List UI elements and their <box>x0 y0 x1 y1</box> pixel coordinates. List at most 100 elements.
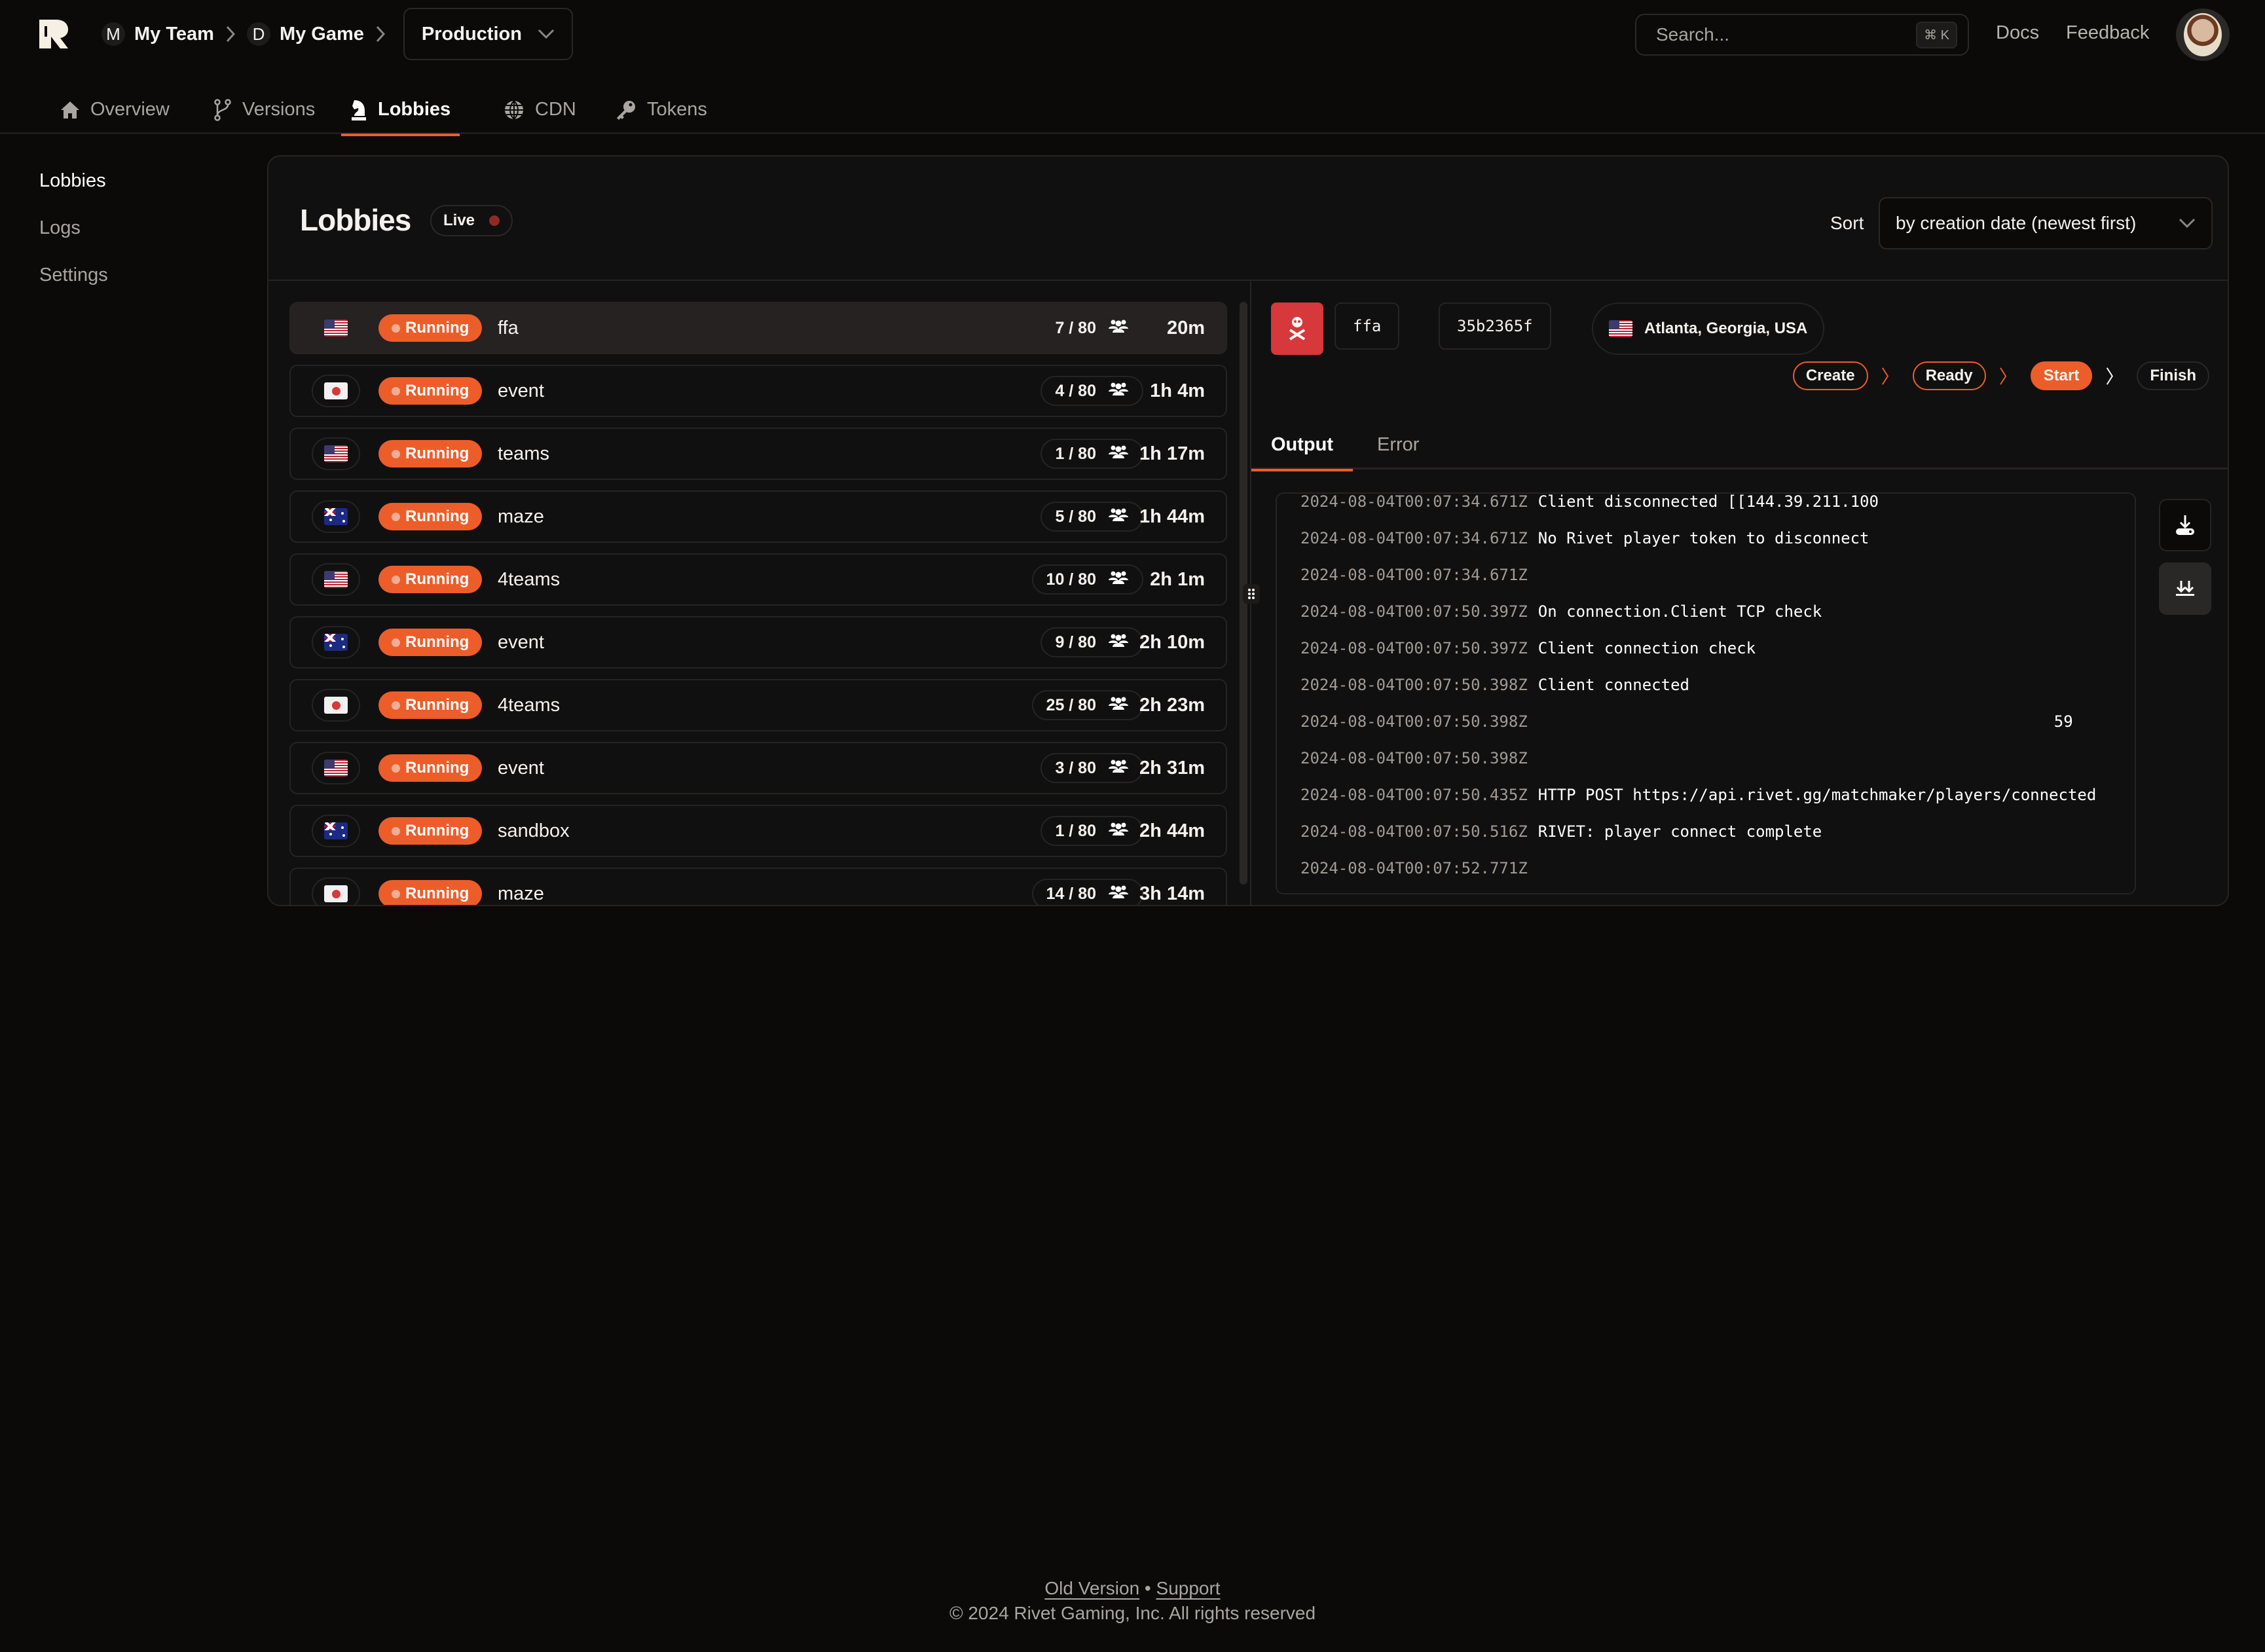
user-avatar[interactable] <box>2176 9 2230 61</box>
us-flag-icon <box>1609 320 1632 337</box>
player-count: 3 / 80 <box>1040 753 1143 783</box>
chevron-down-icon <box>2179 218 2196 229</box>
player-count: 5 / 80 <box>1040 502 1143 532</box>
users-icon <box>1108 633 1129 652</box>
game-name: My Game <box>279 23 364 45</box>
team-name: My Team <box>134 23 214 45</box>
region-flag <box>312 815 360 847</box>
lobby-id-field[interactable]: 35b2365f <box>1439 303 1551 350</box>
player-count-value: 25 / 80 <box>1046 695 1096 714</box>
log-timestamp: 2024-08-04T00:07:50.516Z <box>1300 822 1528 841</box>
lobby-row[interactable]: Running sandbox 1 / 80 2h 44m <box>289 805 1227 857</box>
region-flag <box>312 312 360 344</box>
tab-versions[interactable]: Versions <box>204 85 324 134</box>
log-message: RIVET: player connect complete <box>1538 822 1822 841</box>
tab-cdn[interactable]: CDN <box>494 85 585 134</box>
tab-label: Versions <box>242 99 316 120</box>
player-count-value: 1 / 80 <box>1055 821 1096 840</box>
region-label: Atlanta, Georgia, USA <box>1644 320 1808 337</box>
scroll-to-bottom-button[interactable] <box>2159 562 2211 615</box>
player-count: 1 / 80 <box>1040 816 1143 846</box>
users-icon <box>1108 570 1129 589</box>
sort-select[interactable]: by creation date (newest first) <box>1879 197 2213 249</box>
status-dot <box>392 512 400 521</box>
lobby-row[interactable]: Running ffa 7 / 80 20m <box>289 302 1227 354</box>
users-icon <box>1108 382 1129 401</box>
log-timestamp: 2024-08-04T00:07:50.397Z <box>1300 639 1528 657</box>
player-count: 7 / 80 <box>1040 313 1143 343</box>
status-label: Running <box>405 507 470 525</box>
lobby-row[interactable]: Running event 3 / 80 2h 31m <box>289 742 1227 794</box>
log-message: Client connection check <box>1538 639 1756 657</box>
team-avatar: M <box>101 22 125 46</box>
destroy-lobby-button[interactable] <box>1271 303 1323 355</box>
rivet-logo[interactable] <box>38 18 71 50</box>
download-icon <box>2176 515 2194 535</box>
skull-crossbones-icon <box>1289 317 1306 340</box>
search-shortcut: ⌘ K <box>1916 21 1957 48</box>
player-count: 4 / 80 <box>1040 376 1143 406</box>
chevron-right-icon: 〉 <box>1881 367 1900 387</box>
breadcrumb-game[interactable]: D My Game <box>246 22 364 46</box>
old-version-link[interactable]: Old Version <box>1044 1578 1139 1598</box>
status-dot <box>392 449 400 458</box>
lobby-uptime: 20m <box>1166 317 1205 339</box>
lobby-row[interactable]: Running event 9 / 80 2h 10m <box>289 616 1227 669</box>
sidebar-item-settings[interactable]: Settings <box>39 251 108 299</box>
us-flag-icon <box>324 760 348 777</box>
chevron-right-icon <box>223 21 238 47</box>
log-output[interactable]: 2024-08-04T00:07:34.671Z Client disconnec… <box>1276 492 2136 894</box>
search-input[interactable]: Search... ⌘ K <box>1635 14 1969 56</box>
player-count-value: 4 / 80 <box>1055 381 1096 400</box>
support-link[interactable]: Support <box>1156 1578 1221 1598</box>
player-count-value: 9 / 80 <box>1055 633 1096 652</box>
status-badge: Running <box>378 880 483 905</box>
status-badge: Running <box>378 691 483 719</box>
sidebar-item-logs[interactable]: Logs <box>39 204 108 251</box>
status-dot <box>392 763 400 773</box>
log-line: 2024-08-04T00:07:50.397Z On connection.Cl… <box>1300 601 2126 623</box>
log-timestamp: 2024-08-04T00:07:50.398Z <box>1300 676 1528 694</box>
status-dot <box>392 575 400 584</box>
tab-error[interactable]: Error <box>1357 420 1439 469</box>
status-label: Running <box>405 759 470 777</box>
log-line: 2024-08-04T00:07:50.398Z <box>1300 748 2126 769</box>
au-flag-icon <box>324 634 348 651</box>
au-flag-icon <box>324 508 348 525</box>
footer-separator: • <box>1144 1578 1151 1598</box>
tab-lobbies[interactable]: Lobbies <box>341 85 460 136</box>
log-timestamp: 2024-08-04T00:07:50.435Z <box>1300 786 1528 804</box>
lobby-row[interactable]: Running 4teams 25 / 80 2h 23m <box>289 679 1227 731</box>
tab-tokens[interactable]: Tokens <box>606 85 716 134</box>
lobby-row[interactable]: Running teams 1 / 80 1h 17m <box>289 428 1227 480</box>
feedback-link[interactable]: Feedback <box>2066 22 2149 44</box>
sidebar-item-lobbies[interactable]: Lobbies <box>39 157 108 204</box>
lobby-uptime: 2h 23m <box>1139 694 1205 716</box>
lobby-row[interactable]: Running 4teams 10 / 80 2h 1m <box>289 553 1227 606</box>
main-tabs: Overview Versions Lobbies CDN Tokens <box>0 85 2265 136</box>
docs-link[interactable]: Docs <box>1996 22 2039 44</box>
tab-output[interactable]: Output <box>1251 420 1353 471</box>
log-line: 2024-08-04T00:07:50.397Z Client connectio… <box>1300 638 2126 659</box>
status-label: Running <box>405 696 470 714</box>
log-line: 2024-08-04T00:07:34.671Z No Rivet player … <box>1300 528 2126 549</box>
lobby-row[interactable]: Running event 4 / 80 1h 4m <box>289 365 1227 417</box>
users-icon <box>1108 759 1129 778</box>
chevron-right-icon: 〉 <box>2105 367 2124 387</box>
lobby-row[interactable]: Running maze 5 / 80 1h 44m <box>289 490 1227 543</box>
player-count-value: 10 / 80 <box>1046 570 1096 589</box>
lobby-group-field[interactable]: ffa <box>1335 303 1400 350</box>
region-flag <box>312 563 360 596</box>
status-label: Running <box>405 822 470 839</box>
page-title: Lobbies <box>300 203 411 237</box>
lobby-row[interactable]: Running maze 14 / 80 3h 14m <box>289 868 1227 905</box>
breadcrumb-team[interactable]: M My Team <box>101 22 214 46</box>
tab-overview[interactable]: Overview <box>51 85 179 134</box>
environment-select[interactable]: Production <box>403 8 573 60</box>
status-badge: Running <box>378 503 483 530</box>
region-flag <box>312 375 360 407</box>
users-icon <box>1108 822 1129 841</box>
log-message: Client disconnected [[144.39.211.100 <box>1538 492 1879 511</box>
download-logs-button[interactable] <box>2159 499 2211 551</box>
sidebar: Lobbies Logs Settings <box>39 157 108 299</box>
